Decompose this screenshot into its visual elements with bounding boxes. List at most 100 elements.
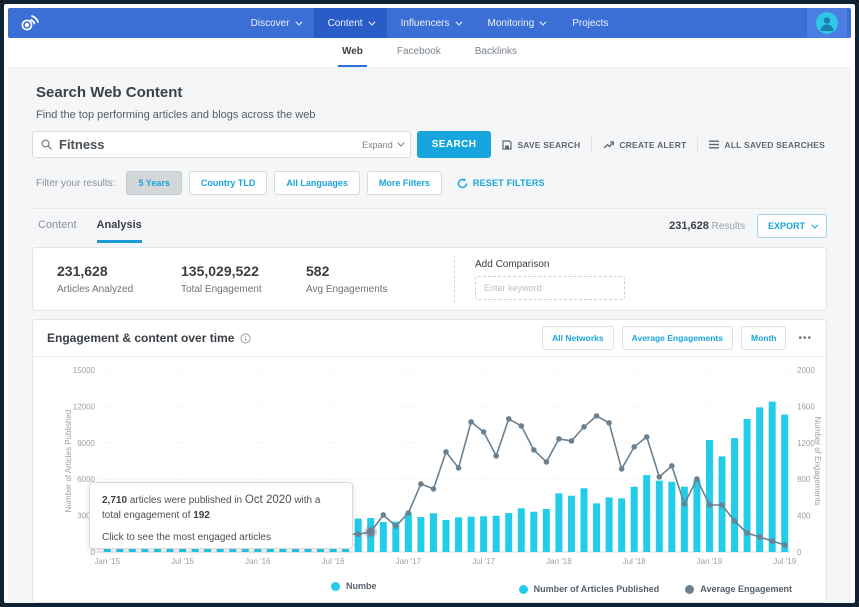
reset-filters-label: RESET FILTERS <box>473 178 545 188</box>
stat-value: 135,029,522 <box>181 263 306 279</box>
app-window: Discover Content Influencers Monitoring … <box>0 0 859 607</box>
tab-facebook[interactable]: Facebook <box>393 38 445 67</box>
chart-controls: All Networks Average Engagements Month •… <box>542 326 812 350</box>
buzzsumo-logo-icon[interactable] <box>18 11 44 40</box>
filter-country-tld[interactable]: Country TLD <box>189 171 268 195</box>
stat-total-engagement: 135,029,522 Total Engagement <box>181 263 306 295</box>
search-button[interactable]: SEARCH <box>417 131 492 158</box>
action-label: CREATE ALERT <box>619 140 686 150</box>
nav-menu: Discover Content Influencers Monitoring … <box>237 8 623 38</box>
create-alert-button[interactable]: CREATE ALERT <box>592 140 697 150</box>
svg-text:0: 0 <box>797 548 802 557</box>
tab-web[interactable]: Web <box>338 38 367 67</box>
legend-dot <box>519 585 528 594</box>
search-actions: SAVE SEARCH CREATE ALERT <box>491 137 827 152</box>
divider <box>454 255 455 303</box>
nav-item-content[interactable]: Content <box>314 8 387 38</box>
reset-filters-button[interactable]: RESET FILTERS <box>457 178 545 189</box>
svg-text:2000: 2000 <box>797 366 815 375</box>
search-input[interactable] <box>59 137 355 152</box>
add-comparison: Add Comparison <box>475 248 625 300</box>
svg-text:Jul '16: Jul '16 <box>322 557 345 566</box>
action-label: ALL SAVED SEARCHES <box>724 140 825 150</box>
tooltip-line2: Click to see the most engaged articles <box>102 531 340 546</box>
average-engagements-button[interactable]: Average Engagements <box>622 326 733 350</box>
chevron-down-icon <box>455 18 462 25</box>
save-search-button[interactable]: SAVE SEARCH <box>491 140 591 150</box>
filter-label: Filter your results: <box>36 178 115 189</box>
all-networks-button[interactable]: All Networks <box>542 326 614 350</box>
nav-item-label: Content <box>328 18 363 29</box>
results-count: 231,628 Results <box>669 220 745 232</box>
chart-header: Engagement & content over time All Netwo… <box>33 320 826 357</box>
tab-backlinks[interactable]: Backlinks <box>471 38 521 67</box>
more-options-icon[interactable]: ••• <box>798 333 812 344</box>
info-icon[interactable] <box>240 333 251 344</box>
trend-arrow-icon <box>603 140 614 150</box>
list-icon <box>709 140 719 149</box>
svg-text:1200: 1200 <box>797 439 815 448</box>
nav-item-influencers[interactable]: Influencers <box>387 8 474 38</box>
all-saved-searches-button[interactable]: ALL SAVED SEARCHES <box>698 140 827 150</box>
tab-analysis[interactable]: Analysis <box>97 209 142 243</box>
chevron-down-icon <box>540 18 547 25</box>
svg-text:1600: 1600 <box>797 402 815 411</box>
action-label: SAVE SEARCH <box>517 140 580 150</box>
svg-text:Number of Engagements: Number of Engagements <box>813 417 822 506</box>
export-button[interactable]: EXPORT <box>757 214 827 238</box>
refresh-icon <box>457 178 468 189</box>
nav-item-label: Projects <box>572 18 608 29</box>
svg-text:Number of Articles Published: Number of Articles Published <box>64 410 73 513</box>
legend-dot <box>331 582 340 591</box>
user-menu[interactable] <box>807 8 847 38</box>
search-row: Expand SEARCH SAVE SEARCH <box>32 131 827 158</box>
svg-text:400: 400 <box>797 512 811 521</box>
svg-text:0: 0 <box>91 548 96 557</box>
svg-text:Jul '18: Jul '18 <box>623 557 646 566</box>
content-subnav: Web Facebook Backlinks <box>8 38 851 68</box>
nav-item-label: Discover <box>251 18 290 29</box>
tooltip-line1: 2,710 articles were published in Oct 202… <box>102 492 340 523</box>
tab-content[interactable]: Content <box>38 209 77 243</box>
legend-dot <box>685 585 694 594</box>
chevron-down-icon <box>811 221 818 228</box>
nav-item-label: Monitoring <box>488 18 535 29</box>
stat-articles-analyzed: 231,628 Articles Analyzed <box>57 263 181 295</box>
results-count-value: 231,628 <box>669 220 709 232</box>
svg-text:9000: 9000 <box>77 439 95 448</box>
page-subtitle: Find the top performing articles and blo… <box>36 109 827 121</box>
filter-5-years[interactable]: 5 Years <box>126 171 181 195</box>
svg-text:Jul '15: Jul '15 <box>171 557 194 566</box>
stat-avg-engagements: 582 Avg Engagements <box>306 263 426 295</box>
chevron-down-icon <box>295 18 302 25</box>
svg-text:Jul '17: Jul '17 <box>472 557 495 566</box>
chart-tooltip[interactable]: 2,710 articles were published in Oct 202… <box>89 482 353 549</box>
stats-card: 231,628 Articles Analyzed 135,029,522 To… <box>32 247 827 311</box>
nav-item-monitoring[interactable]: Monitoring <box>474 8 559 38</box>
export-label: EXPORT <box>768 221 805 231</box>
comparison-keyword-input[interactable] <box>475 276 625 300</box>
expand-label: Expand <box>362 140 393 150</box>
chevron-down-icon <box>368 18 375 25</box>
legend-average-engagement[interactable]: Average Engagement <box>685 584 792 594</box>
month-button[interactable]: Month <box>741 326 787 350</box>
svg-text:800: 800 <box>797 475 811 484</box>
stat-label: Articles Analyzed <box>57 284 181 295</box>
chart-card: Engagement & content over time All Netwo… <box>32 319 827 603</box>
expand-dropdown[interactable]: Expand <box>362 140 402 150</box>
filter-more-filters[interactable]: More Filters <box>367 171 442 195</box>
filter-all-languages[interactable]: All Languages <box>274 171 360 195</box>
nav-item-discover[interactable]: Discover <box>237 8 314 38</box>
stat-label: Total Engagement <box>181 284 306 295</box>
page-body: Search Web Content Find the top performi… <box>8 68 851 603</box>
svg-text:12000: 12000 <box>73 402 96 411</box>
search-icon <box>41 139 52 150</box>
results-tabs-row: Content Analysis 231,628 Results EXPORT <box>32 209 827 243</box>
chevron-down-icon <box>397 140 404 147</box>
legend-articles-published[interactable]: Number of Articles Published <box>519 584 660 594</box>
nav-item-projects[interactable]: Projects <box>558 8 622 38</box>
avatar <box>816 12 838 34</box>
search-box: Expand <box>32 131 411 158</box>
svg-text:Jan '19: Jan '19 <box>697 557 723 566</box>
filter-row: Filter your results: 5 Years Country TLD… <box>32 158 827 209</box>
